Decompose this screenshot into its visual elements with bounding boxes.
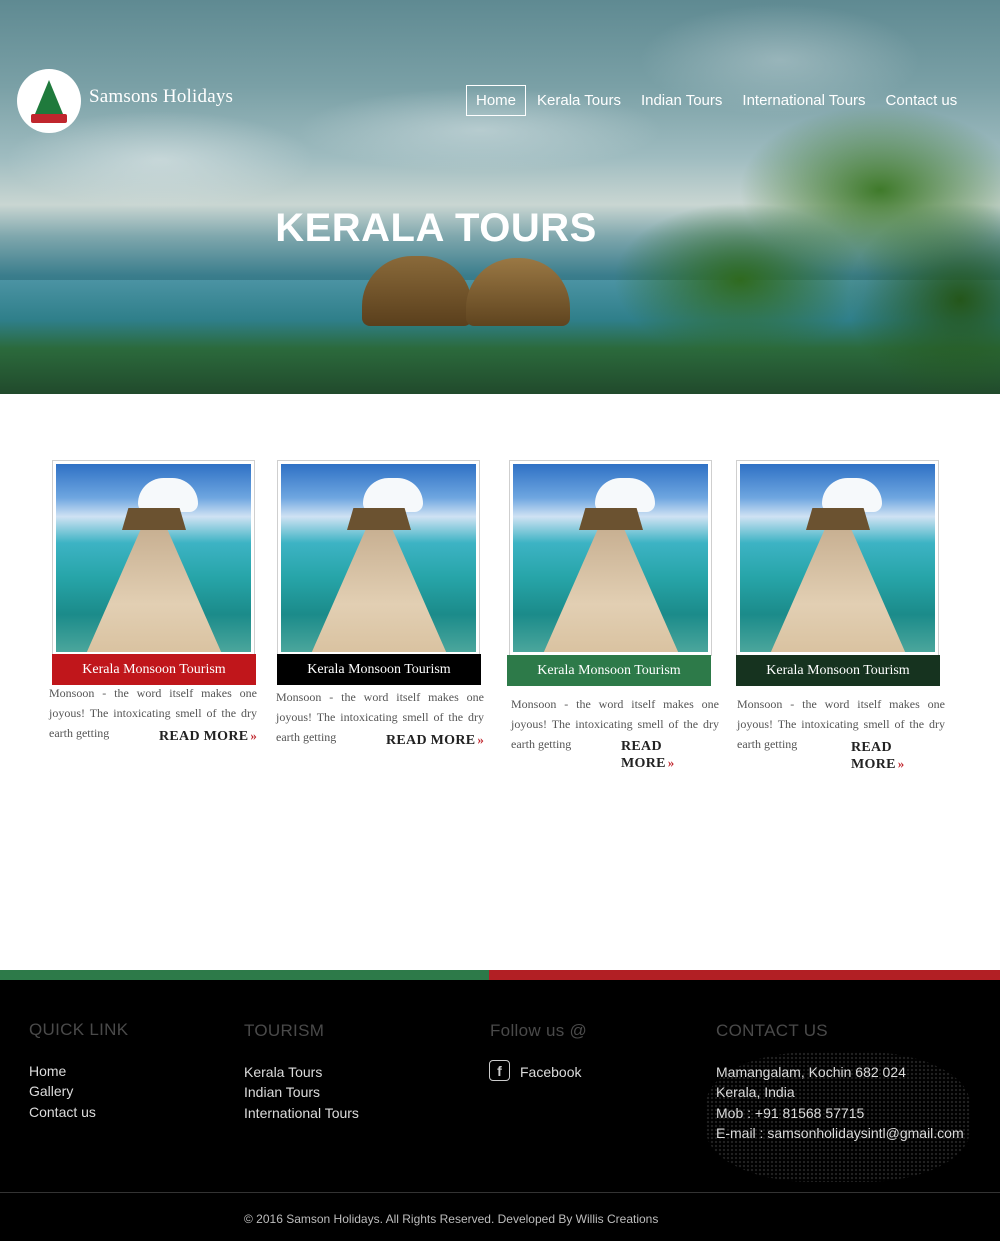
footer-link-contact-us[interactable]: Contact us bbox=[29, 1104, 96, 1120]
chevron-right-icon: » bbox=[667, 755, 675, 770]
nav-indian-tours[interactable]: Indian Tours bbox=[632, 86, 731, 115]
read-more-link[interactable]: READ MORE» bbox=[851, 740, 946, 773]
pier-image bbox=[740, 464, 935, 652]
footer-link-home[interactable]: Home bbox=[29, 1063, 66, 1079]
nav-kerala-tours[interactable]: Kerala Tours bbox=[528, 86, 630, 115]
copyright-text: © 2016 Samson Holidays. All Rights Reser… bbox=[244, 1212, 659, 1226]
footer-accent-green bbox=[0, 970, 489, 980]
chevron-right-icon: » bbox=[897, 756, 905, 771]
contact-email[interactable]: E-mail : samsonholidaysintl@gmail.com bbox=[716, 1125, 964, 1141]
contact-address-line2: Kerala, India bbox=[716, 1084, 795, 1100]
read-more-link[interactable]: READ MORE» bbox=[621, 739, 719, 772]
card-thumbnail[interactable] bbox=[52, 460, 255, 656]
footer-heading-contact-us: CONTACT US bbox=[716, 1021, 828, 1040]
footer-link-facebook[interactable]: Facebook bbox=[520, 1064, 581, 1080]
logo-base bbox=[31, 114, 67, 123]
footer-link-kerala-tours[interactable]: Kerala Tours bbox=[244, 1064, 322, 1080]
footer-divider bbox=[0, 1192, 1000, 1193]
footer-accent-red bbox=[489, 970, 1000, 980]
footer-heading-follow-us: Follow us @ bbox=[490, 1021, 588, 1040]
logo[interactable] bbox=[17, 69, 81, 133]
page-title: KERALA TOURS bbox=[275, 206, 597, 250]
chevron-right-icon: » bbox=[477, 732, 485, 747]
footer-heading-quick-link: QUICK LINK bbox=[29, 1020, 129, 1039]
hero-banner bbox=[0, 0, 1000, 394]
card-title[interactable]: Kerala Monsoon Tourism bbox=[736, 655, 940, 686]
houseboat-image bbox=[466, 258, 570, 326]
nav-home[interactable]: Home bbox=[466, 85, 527, 116]
footer-link-indian-tours[interactable]: Indian Tours bbox=[244, 1084, 320, 1100]
card-title[interactable]: Kerala Monsoon Tourism bbox=[52, 654, 256, 685]
footer-link-international-tours[interactable]: International Tours bbox=[244, 1105, 359, 1121]
pier-image bbox=[513, 464, 708, 652]
footer-heading-tourism: TOURISM bbox=[244, 1021, 325, 1040]
main-nav: Home Kerala Tours Indian Tours Internati… bbox=[466, 85, 968, 116]
houseboat-image bbox=[362, 256, 472, 326]
nav-contact-us[interactable]: Contact us bbox=[877, 86, 967, 115]
christmas-tree-icon bbox=[35, 80, 63, 114]
contact-mobile: Mob : +91 81568 57715 bbox=[716, 1105, 865, 1121]
contact-address-line1: Mamangalam, Kochin 682 024 bbox=[716, 1064, 906, 1080]
chevron-right-icon: » bbox=[250, 728, 258, 743]
pier-image bbox=[281, 464, 476, 652]
card-title[interactable]: Kerala Monsoon Tourism bbox=[507, 655, 711, 686]
read-more-link[interactable]: READ MORE» bbox=[386, 732, 484, 749]
card-title[interactable]: Kerala Monsoon Tourism bbox=[277, 654, 481, 685]
card-thumbnail[interactable] bbox=[736, 460, 939, 656]
card-thumbnail[interactable] bbox=[509, 460, 712, 656]
read-more-link[interactable]: READ MORE» bbox=[159, 728, 257, 745]
facebook-icon[interactable]: f bbox=[489, 1060, 510, 1081]
brand-name[interactable]: Samsons Holidays bbox=[89, 86, 233, 108]
footer-link-gallery[interactable]: Gallery bbox=[29, 1083, 73, 1099]
card-thumbnail[interactable] bbox=[277, 460, 480, 656]
nav-international-tours[interactable]: International Tours bbox=[733, 86, 874, 115]
pier-image bbox=[56, 464, 251, 652]
